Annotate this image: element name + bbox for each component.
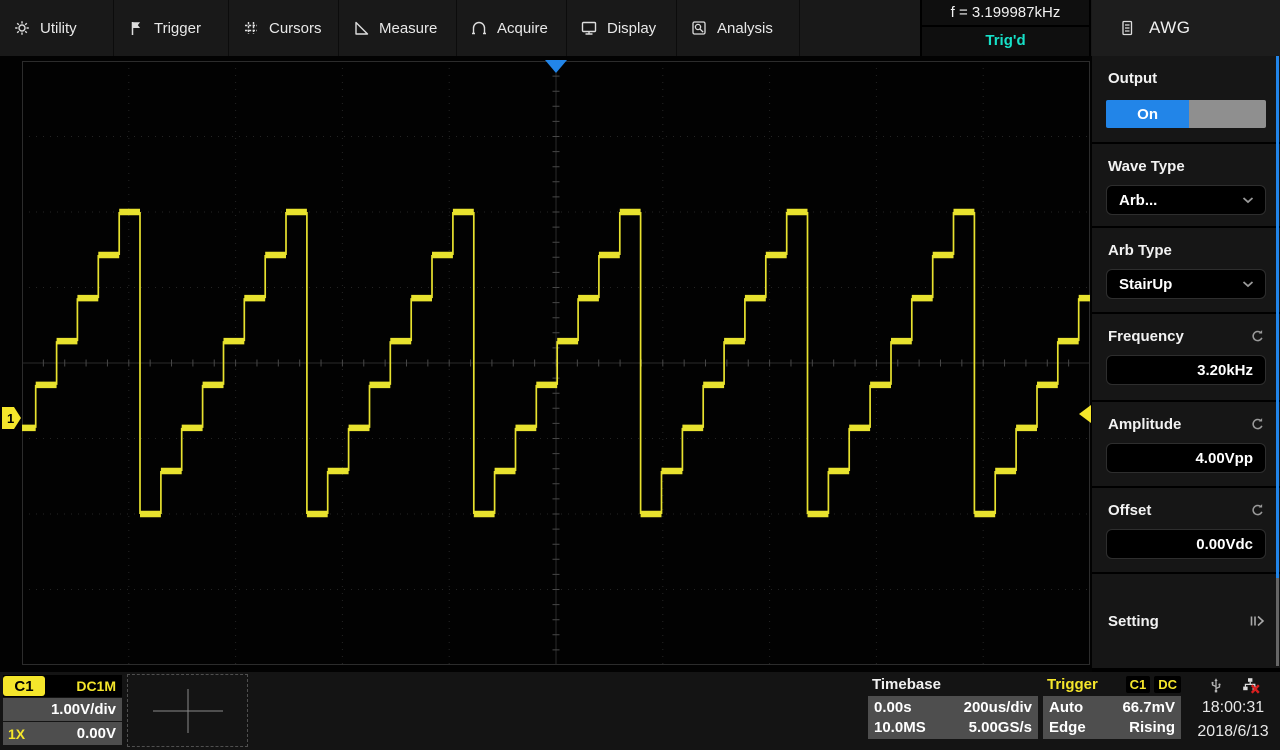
monitor-icon (580, 19, 598, 37)
add-channel-button[interactable] (127, 674, 248, 747)
menu-trigger[interactable]: Trigger (114, 0, 229, 56)
menu-display[interactable]: Display (567, 0, 677, 56)
arb-type-dropdown[interactable]: StairUp (1106, 269, 1266, 299)
output-toggle-on[interactable]: On (1106, 100, 1189, 128)
trigger-label: Trigger (1047, 676, 1098, 693)
trigger-status: Trig'd (922, 27, 1089, 54)
trigger-type: Edge (1049, 719, 1104, 736)
sidebar-scrollbar[interactable] (1276, 56, 1279, 668)
frequency-readout: f = 3.199987kHz (922, 0, 1089, 27)
output-section: Output On (1092, 56, 1280, 142)
frequency-counter: f = 3.199987kHz Trig'd (920, 0, 1091, 56)
output-label: Output (1108, 70, 1157, 87)
channel1-probe: 1X (3, 726, 25, 742)
reset-circular-arrow-icon[interactable] (1249, 328, 1266, 345)
trigger-level-marker[interactable] (1078, 405, 1091, 423)
offset-input[interactable]: 0.00Vdc (1106, 529, 1266, 559)
arb-type-value: StairUp (1119, 276, 1172, 293)
channel1-marker-label: 1 (7, 411, 14, 426)
menu-analysis[interactable]: Analysis (677, 0, 800, 56)
usb-icon (1207, 676, 1225, 694)
wave-type-label: Wave Type (1108, 158, 1185, 175)
waveform-display-area: 1 (0, 56, 1092, 672)
amplitude-label: Amplitude (1108, 416, 1181, 433)
channel1-coupling: DC1M (76, 678, 122, 694)
chevron-down-icon (1239, 191, 1257, 209)
offset-value: 0.00Vdc (1196, 536, 1253, 553)
awg-panel-title: AWG (1149, 18, 1190, 38)
output-toggle-off[interactable] (1189, 100, 1266, 128)
chevron-down-icon (1239, 275, 1257, 293)
channel1-level-marker[interactable]: 1 (2, 407, 21, 429)
clock-time: 18:00:31 (1188, 696, 1278, 720)
timebase-descriptor[interactable]: Timebase 0.00s 200us/div 10.0MS 5.00GS/s (868, 674, 1038, 739)
setting-section[interactable]: Setting (1092, 574, 1280, 668)
magnifier-document-icon (690, 19, 708, 37)
timebase-scale: 200us/div (964, 699, 1032, 716)
awg-panel-header[interactable]: AWG (1092, 0, 1280, 56)
status-bar: C1 DC1M 1.00V/div 1X 0.00V Timebase 0.00… (0, 672, 1280, 750)
menu-utility[interactable]: Utility (0, 0, 114, 56)
reset-circular-arrow-icon[interactable] (1249, 502, 1266, 519)
offset-label: Offset (1108, 502, 1151, 519)
system-status: 18:00:31 2018/6/13 (1188, 674, 1278, 744)
frequency-section: Frequency 3.20kHz (1092, 314, 1280, 400)
arb-type-section: Arb Type StairUp (1092, 228, 1280, 312)
setting-label: Setting (1108, 613, 1159, 630)
menu-measure[interactable]: Measure (339, 0, 457, 56)
lan-disconnected-icon (1241, 676, 1260, 694)
wave-type-dropdown[interactable]: Arb... (1106, 185, 1266, 215)
clock-date: 2018/6/13 (1188, 720, 1278, 744)
menu-acquire-label: Acquire (497, 20, 548, 37)
trigger-slope: Rising (1122, 719, 1175, 736)
flag-icon (127, 19, 145, 37)
amplitude-value: 4.00Vpp (1195, 450, 1253, 467)
awg-list-icon (1118, 19, 1136, 37)
wave-type-section: Wave Type Arb... (1092, 144, 1280, 226)
menu-cursors-label: Cursors (269, 20, 322, 37)
channel1-descriptor[interactable]: C1 DC1M 1.00V/div 1X 0.00V (3, 675, 122, 745)
menu-utility-label: Utility (40, 20, 77, 37)
menu-display-label: Display (607, 20, 656, 37)
frequency-value: 3.20kHz (1197, 362, 1253, 379)
channel1-badge[interactable]: C1 (3, 676, 45, 696)
channel1-offset: 0.00V (77, 725, 122, 742)
menu-measure-label: Measure (379, 20, 437, 37)
trigger-position-indicator[interactable] (545, 60, 567, 73)
menu-acquire[interactable]: Acquire (457, 0, 567, 56)
menu-cursors[interactable]: Cursors (229, 0, 339, 56)
timebase-delay: 0.00s (874, 699, 946, 716)
arch-icon (470, 19, 488, 37)
timebase-memory: 10.0MS (874, 719, 946, 736)
reset-circular-arrow-icon[interactable] (1249, 416, 1266, 433)
menu-analysis-label: Analysis (717, 20, 773, 37)
scrollbar-track (1276, 578, 1279, 666)
output-toggle[interactable]: On (1106, 100, 1266, 128)
set-square-icon (352, 19, 370, 37)
arb-type-label: Arb Type (1108, 242, 1172, 259)
crosshatch-icon (242, 19, 260, 37)
timebase-label: Timebase (872, 676, 941, 693)
wave-type-value: Arb... (1119, 192, 1157, 209)
scope-graticule-and-trace (22, 61, 1090, 665)
trigger-level: 66.7mV (1122, 699, 1175, 716)
trigger-descriptor[interactable]: Trigger C1 DC Auto 66.7mV Edge Rising (1043, 674, 1181, 739)
offset-section: Offset 0.00Vdc (1092, 488, 1280, 572)
gear-icon (13, 19, 31, 37)
trigger-source-badge: C1 (1126, 676, 1151, 693)
plus-crosshair-icon (148, 685, 228, 737)
amplitude-input[interactable]: 4.00Vpp (1106, 443, 1266, 473)
frequency-label: Frequency (1108, 328, 1184, 345)
frequency-input[interactable]: 3.20kHz (1106, 355, 1266, 385)
awg-settings-panel: Output On Wave Type Arb... Arb Type Stai… (1092, 56, 1280, 668)
scrollbar-thumb[interactable] (1276, 56, 1279, 578)
amplitude-section: Amplitude 4.00Vpp (1092, 402, 1280, 486)
trigger-coupling-badge: DC (1154, 676, 1181, 693)
expand-panel-icon[interactable] (1248, 612, 1266, 630)
timebase-samplerate: 5.00GS/s (964, 719, 1032, 736)
trigger-mode: Auto (1049, 699, 1104, 716)
channel1-scale: 1.00V/div (51, 701, 116, 718)
menu-trigger-label: Trigger (154, 20, 201, 37)
